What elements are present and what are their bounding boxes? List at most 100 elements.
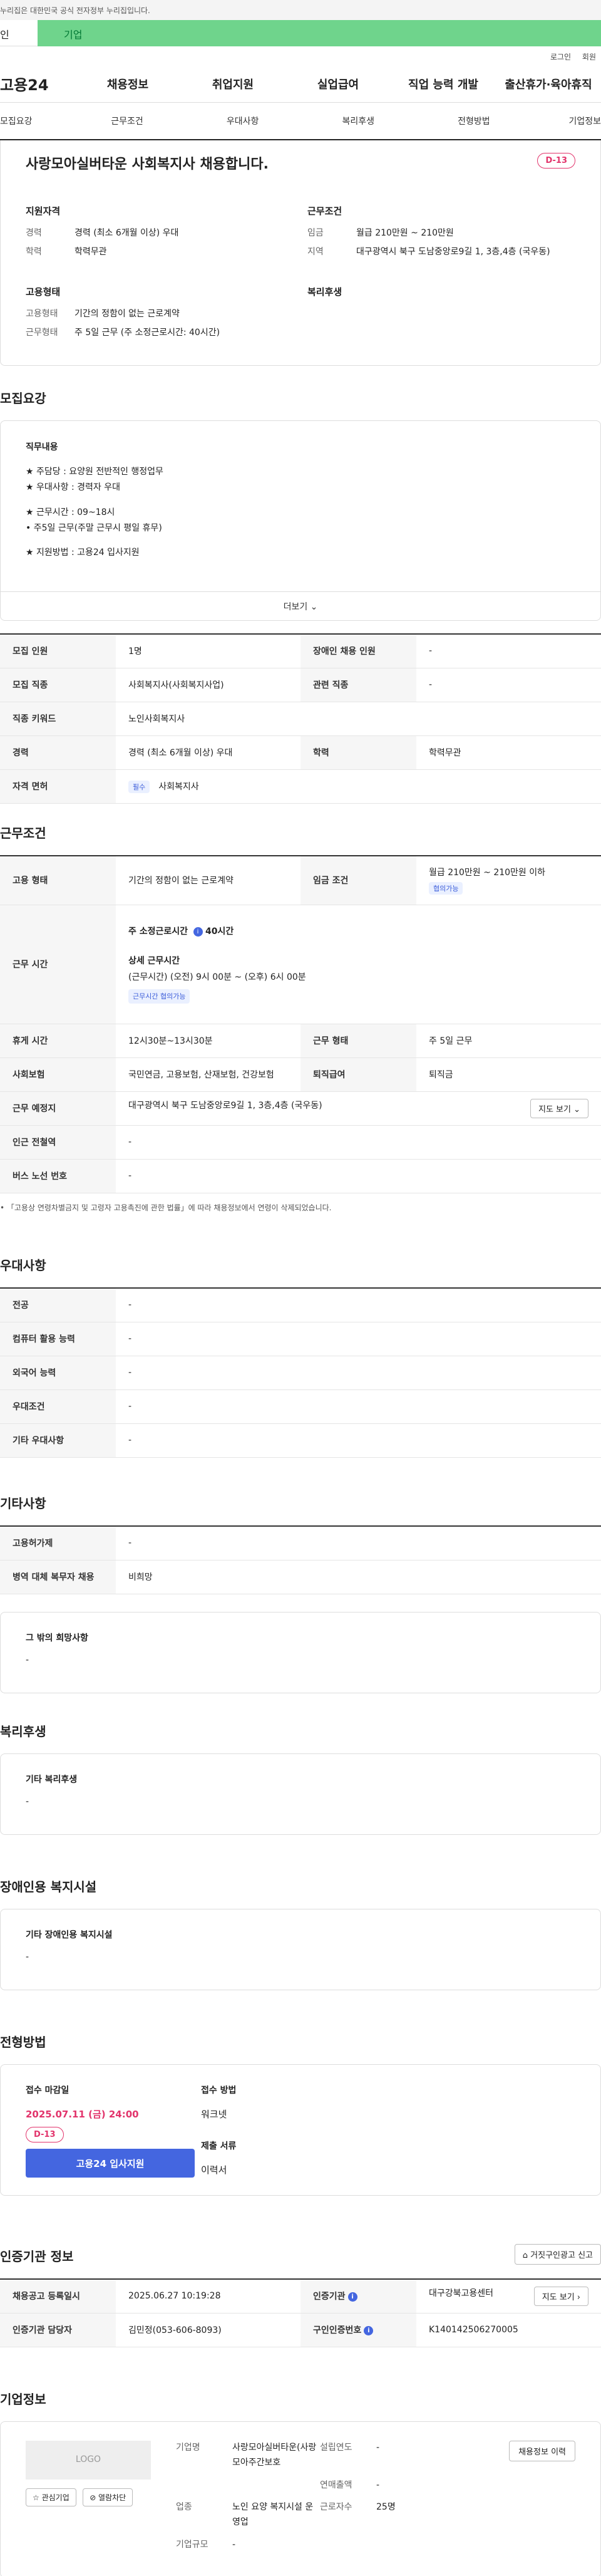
subway-label: 인근 전철역 [0,1125,116,1160]
tab-company[interactable]: 기업 [38,20,601,46]
hours-detail: (근무시간) (오전) 9시 00분 ~ (오후) 6시 00분 [128,972,306,982]
disabled-section: 장애인용 복지시설 기타 장애인용 복지시설 - [0,1877,601,1990]
report-button[interactable]: ⌂ 거짓구인광고 신고 [514,2244,601,2265]
duty-line: ★ 주담당 : 요양원 전반적인 행정업무 [26,467,163,477]
break-label: 휴게 시간 [0,1024,116,1058]
prefer-table: 전공 - 컴퓨터 활용 능력 - 외국어 능력 - 우대조건 - 기타 우대사항 - [0,1287,601,1458]
subnav-workcond[interactable]: 근무조건 [69,115,185,127]
edu-row-value: 학력무관 [416,735,601,770]
hours-detail-head: 상세 근무시간 [128,956,180,967]
tab-personal[interactable]: 인 [0,20,38,46]
wage-cond-label: 임금 조건 [300,856,416,905]
other-wish-head: 그 밖의 희망사항 [26,1633,88,1643]
company-logo: LOGO [26,2441,151,2480]
subnav-selection[interactable]: 전형방법 [416,115,532,127]
wage-value: 월급 210만원 ~ 210만원 [356,228,454,238]
emp-label: 고용 형태 [0,856,116,905]
welfare-title: 복리후생 [0,1724,46,1739]
apply-button[interactable]: 고용24 입사지원 [26,2149,195,2178]
corp-size-value: - [232,2539,236,2550]
reg-label: 채용공고 등록일시 [0,2279,116,2314]
duty-head: 직무내용 [26,442,58,452]
corp-year-label: 설립연도 [320,2443,352,2453]
duty-line: ★ 근무시간 : 09~18시 [26,507,115,517]
exp-value: 경력 (최소 6개월 이상) 우대 [116,735,300,770]
gnb-skill-development[interactable]: 직업 능력 개발 [391,76,496,92]
info-icon[interactable]: i [364,2325,374,2335]
gnb-job-info[interactable]: 채용정보 [75,76,180,92]
worktype-value: 주 5일 근무 (주 소정근로시간: 40시간) [74,328,220,338]
company-box: LOGO ☆ 관심기업 ⊘ 열람차단 기업명 사랑모아실버타운(사랑모아주간보호… [0,2421,601,2576]
prefer-label: 외국어 능력 [0,1356,116,1390]
gov-banner: 누리집은 대한민국 공식 전자정부 누리집입니다. [0,0,601,20]
etc-label: 병역 대체 복무자 채용 [0,1560,116,1594]
org-map-button[interactable]: 지도 보기 › [533,2286,588,2306]
selection-box: 접수 마감일 2025.07.11 (금) 24:00 D-13 고용24 입사… [0,2064,601,2196]
disabled-title: 장애인용 복지시설 [0,1879,97,1894]
corp-sales-label: 연매출액 [320,2480,352,2490]
insurance-label: 사회보험 [0,1057,116,1092]
corp-size-label: 기업규모 [176,2539,208,2550]
info-icon[interactable]: i [347,2292,357,2302]
prefer-title: 우대사항 [0,1258,46,1273]
prefer-value: - [116,1356,601,1390]
disabled-box: 기타 장애인용 복지시설 - [0,1909,601,1990]
gnb-parental-leave[interactable]: 출산휴가·육아휴직 [496,76,601,92]
cert-title: 인증기관 정보 [0,2249,74,2264]
selection-title: 전형방법 [0,2035,46,2050]
hours-label: 근무 시간 [0,905,116,1024]
subnav-recruit[interactable]: 모집요강 [0,115,69,127]
job-value: 사회복지사(사회복지사업) [116,668,300,702]
block-view-button[interactable]: ⊘ 열람차단 [83,2488,133,2506]
dday-badge-2: D-13 [26,2127,64,2142]
edu-row-label: 학력 [300,735,416,770]
corp-emp-label: 근로자수 [320,2502,352,2513]
method-head: 접수 방법 [201,2085,237,2096]
summary-card: 사랑모아실버타운 사회복지사 채용합니다. D-13 지원자격 경력 경력 (최소… [0,140,601,366]
cert-section: 인증기관 정보 ⌂ 거짓구인광고 신고 채용공고 등록일시 2025.06.27… [0,2244,601,2347]
docs-value: 이력서 [201,2164,227,2176]
company-section: 기업정보 LOGO ☆ 관심기업 ⊘ 열람차단 기업명 사랑모아실버타운(사랑모… [0,2389,601,2576]
gnb-unemployment-benefit[interactable]: 실업급여 [285,76,391,92]
subnav-welfare[interactable]: 복리후생 [300,115,416,127]
welfare-box: 기타 복리후생 - [0,1753,601,1835]
corp-year-value: - [376,2443,380,2453]
etc-section: 기타사항 고용허가제 - 병역 대체 복무자 채용 비희망 그 밖의 희망사항 - [0,1493,601,1693]
age-note: • 「고용상 연령차별금지 및 고령자 고용촉진에 관한 법률」에 따라 채용정… [0,1203,332,1212]
hours-total-value: 40시간 [205,927,234,937]
prefer-section: 우대사항 전공 - 컴퓨터 활용 능력 - 외국어 능력 - 우대조건 - 기타 우대사… [0,1255,601,1458]
duty-line: • 주5일 근무(주말 근무시 평일 휴무) [26,522,162,533]
more-button[interactable]: 더보기 ⌄ [1,591,600,620]
org-label: 인증기관 [313,2292,346,2302]
login-link[interactable]: 로그인 [550,53,571,61]
career-label: 경력 [26,228,42,238]
retire-value: 퇴직금 [416,1057,601,1092]
hours-total-label: 주 소정근로시간 [128,927,188,937]
edu-value: 학력무관 [74,247,107,257]
job-history-button[interactable]: 채용정보 이력 [509,2441,575,2461]
prefer-value: - [116,1288,601,1322]
deadline-value: 2025.07.11 (금) 24:00 [26,2109,139,2120]
duty-box: 직무내용 ★ 주담당 : 요양원 전반적인 행정업무 ★ 우대사항 : 경력자 … [0,420,601,621]
corp-emp-value: 25명 [376,2502,396,2513]
related-value: - [416,668,601,702]
corp-name-label: 기업명 [176,2443,200,2453]
dday-badge: D-13 [537,153,575,169]
cert-id-value: K140142506270005 [416,2313,601,2347]
bus-value: - [116,1159,601,1193]
career-value: 경력 (최소 6개월 이상) 우대 [74,228,179,238]
join-link[interactable]: 회원 [582,53,596,61]
subnav-company[interactable]: 기업정보 [532,115,601,127]
count-label: 모집 인원 [0,634,116,668]
favorite-company-button[interactable]: ☆ 관심기업 [26,2488,76,2506]
gnb-employment-support[interactable]: 취업지원 [180,76,285,92]
map-view-button[interactable]: 지도 보기 ⌄ [530,1098,588,1118]
etc-value: - [116,1526,601,1561]
disabled-count-label: 장애인 채용 인원 [300,634,416,668]
site-logo[interactable]: 고용24 [0,73,75,95]
license-value: 사회복지사 [158,781,199,792]
info-icon[interactable]: i [193,927,203,937]
global-nav: 고용24 채용정보 취업지원 실업급여 직업 능력 개발 출산휴가·육아휴직 [0,65,601,103]
related-label: 관련 직종 [300,668,416,702]
subnav-prefer[interactable]: 우대사항 [185,115,300,127]
